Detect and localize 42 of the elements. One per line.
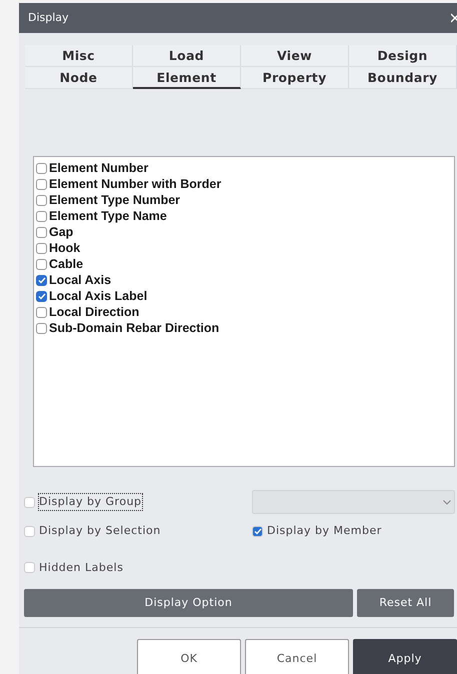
apply-button[interactable]: Apply [353, 639, 457, 674]
checkbox[interactable] [36, 274, 47, 286]
tab[interactable]: Element [133, 67, 241, 89]
reset-button[interactable]: Reset All [357, 589, 454, 617]
option-label[interactable]: Local Direction [49, 305, 140, 319]
checkbox[interactable] [36, 178, 47, 190]
close-icon[interactable] [451, 13, 457, 23]
option-label[interactable]: Element Type Number [49, 193, 180, 207]
tab[interactable]: Load [133, 45, 241, 67]
option-label[interactable]: Element Type Name [49, 209, 167, 223]
display-option-button[interactable]: Display Option [24, 589, 353, 617]
checkbox[interactable] [36, 242, 47, 254]
chevron-icon [443, 500, 451, 504]
option-label[interactable]: Element Number with Border [49, 177, 222, 191]
tab[interactable]: Property [241, 67, 349, 89]
checkbox[interactable] [36, 322, 47, 334]
dialog-button[interactable]: OK [137, 639, 241, 674]
option-label[interactable]: Display by Group [39, 494, 142, 510]
option-label[interactable]: Element Number [49, 161, 148, 175]
option-label[interactable]: Hook [49, 241, 80, 255]
option-label[interactable]: Sub-Domain Rebar Direction [49, 321, 220, 335]
option-label[interactable]: Local Axis Label [49, 289, 148, 303]
option-label[interactable]: Cable [49, 257, 84, 271]
window-title: Display [28, 10, 69, 26]
dialog-button[interactable]: Cancel [245, 639, 349, 674]
option-label[interactable]: Hidden Labels [39, 560, 124, 576]
option-label[interactable]: Local Axis [49, 273, 112, 287]
checkbox[interactable] [36, 226, 47, 238]
option-label[interactable]: Display by Member [267, 523, 382, 540]
option-label[interactable]: Gap [49, 225, 74, 239]
checkbox[interactable] [36, 210, 47, 222]
tab[interactable]: Misc [25, 45, 133, 67]
tab[interactable]: View [241, 45, 349, 67]
tab[interactable]: Design [349, 45, 457, 67]
tab[interactable]: Node [25, 67, 133, 89]
checkbox[interactable] [36, 162, 47, 174]
checkbox[interactable] [36, 194, 47, 206]
tab[interactable]: Boundary [349, 67, 457, 89]
option-label[interactable]: Display by Selection [39, 523, 161, 540]
checkbox[interactable] [36, 258, 47, 270]
checkbox[interactable] [36, 306, 47, 318]
checkbox[interactable] [36, 290, 47, 302]
